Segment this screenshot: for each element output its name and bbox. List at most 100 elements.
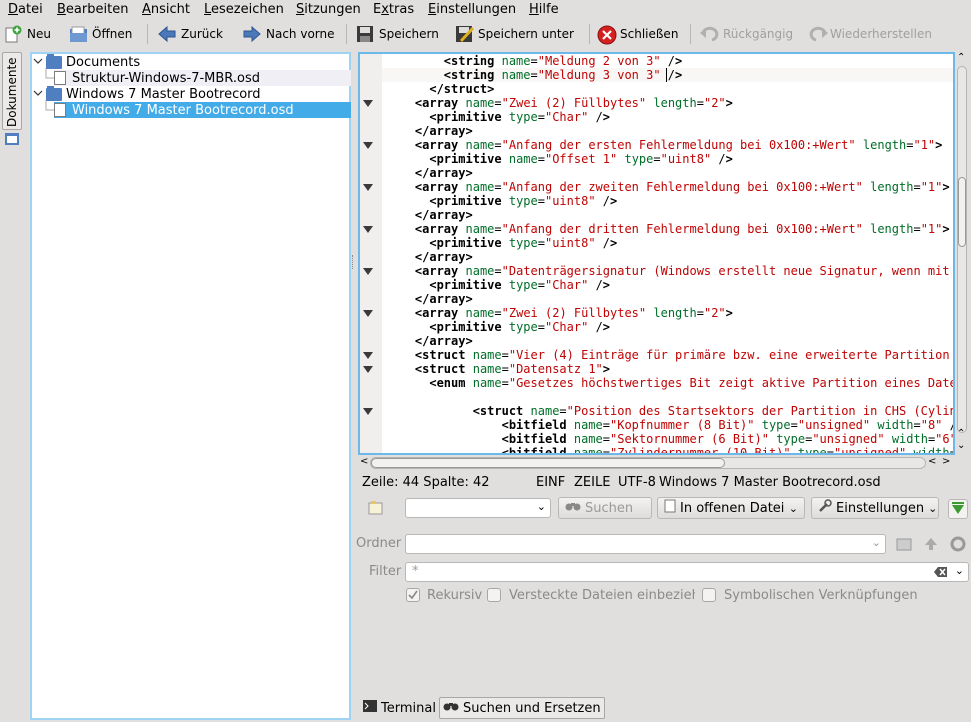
search-scope-select[interactable]: In offenen Dateien ⌄ (657, 497, 805, 519)
menu-item[interactable]: Ansicht (142, 2, 190, 17)
fold-marker-icon[interactable] (363, 184, 373, 191)
menu-label-part: instellungen (436, 2, 517, 17)
symlinks-checkbox[interactable] (702, 588, 716, 602)
tab-search-replace[interactable]: Suchen und Ersetzen (439, 697, 605, 719)
folder-combo[interactable]: ⌄ (405, 534, 886, 554)
code-line: <array name="Zwei (2) Füllbytes" length=… (414, 96, 733, 110)
toolbar: Neu Öffnen Zurück Nach vorne Speichern S… (0, 20, 971, 48)
search-settings-button[interactable]: Einstellungen ⌄ (811, 497, 939, 519)
editor-vertical-scrollbar[interactable]: ⌃ ⌃ ⌄ (955, 52, 969, 455)
menu-item[interactable]: Datei (8, 2, 43, 17)
documents-tab-icon[interactable] (5, 132, 19, 146)
redo-button[interactable]: Wiederherstellen (807, 22, 932, 46)
tree-folder-windows7[interactable]: Windows 7 Master Bootrecord (46, 85, 351, 102)
code-line: <array name="Anfang der ersten Fehlermel… (414, 138, 943, 152)
file-icon (54, 103, 66, 117)
tab-terminal[interactable]: Terminal (360, 697, 439, 719)
code-line: </array> (414, 250, 473, 264)
fold-marker-icon[interactable] (363, 268, 373, 275)
menu-item[interactable]: Sitzungen (296, 2, 361, 17)
encoding[interactable]: UTF-8 (618, 475, 656, 490)
tree-file-windows7-selected[interactable]: Windows 7 Master Bootrecord.osd (54, 102, 351, 118)
find-button-label: Suchen (585, 500, 634, 516)
menu-item[interactable]: Hilfe (529, 2, 559, 17)
menu-mnemonic: H (529, 2, 539, 17)
fold-marker-icon[interactable] (363, 226, 373, 233)
selection-mode[interactable]: ZEILE (574, 475, 610, 490)
tree-item-label: Documents (66, 54, 141, 70)
code-editor[interactable]: <string name="Meldung 2 von 3" /> <strin… (358, 52, 955, 455)
recursive-checkbox[interactable] (406, 588, 420, 602)
new-document-icon (4, 25, 22, 43)
scroll-right-icon[interactable]: > (942, 456, 950, 467)
undo-button[interactable]: Rückgängig (700, 22, 793, 46)
clear-icon[interactable] (934, 566, 948, 582)
insert-mode[interactable]: EINF (536, 475, 565, 490)
tree-file-struktur[interactable]: Struktur-Windows-7-MBR.osd (54, 70, 351, 86)
scroll-thumb[interactable] (958, 177, 966, 247)
bottom-tool-tabs: Terminal Suchen und Ersetzen (358, 697, 658, 719)
undo-label: Rückgängig (723, 27, 794, 41)
arrow-right-icon (243, 25, 261, 43)
wrench-icon (818, 499, 832, 517)
code-line: <array name="Anfang der dritten Fehlerme… (414, 222, 950, 236)
back-button[interactable]: Zurück (158, 22, 223, 46)
scroll-left-icon[interactable]: < (928, 456, 936, 467)
menu-item[interactable]: Einstellungen (428, 2, 516, 17)
find-button[interactable]: Suchen (558, 497, 652, 519)
hidden-files-checkbox[interactable] (487, 588, 501, 602)
new-tab-icon[interactable] (368, 501, 384, 515)
search-pattern-combo[interactable]: ⌄ (405, 498, 551, 518)
close-button[interactable]: Schließen (597, 22, 678, 46)
code-line: <primitive type="Char" /> (429, 278, 611, 292)
editor-horizontal-scrollbar[interactable]: < < > (358, 455, 955, 471)
document-icon (664, 499, 676, 517)
scroll-left-icon[interactable]: < (360, 456, 368, 467)
menu-label-part: esezeichen (211, 2, 284, 17)
scroll-track[interactable] (957, 66, 967, 433)
fold-marker-icon[interactable] (363, 352, 373, 359)
tab-terminal-label: Terminal (381, 700, 436, 716)
fold-marker-icon[interactable] (363, 408, 373, 415)
code-line: <array name="Anfang der zweiten Fehlerme… (414, 180, 950, 194)
open-button[interactable]: Öffnen (69, 22, 132, 46)
folder-up-icon[interactable] (922, 535, 940, 553)
code-line: <string name="Meldung 3 von 3" /> (443, 68, 683, 82)
code-line: </array> (414, 208, 473, 222)
save-button[interactable]: Speichern (356, 22, 439, 46)
tab-documents[interactable]: Dokumente (2, 52, 22, 130)
fold-marker-icon[interactable] (363, 100, 373, 107)
scroll-up-icon[interactable]: ⌃ (957, 52, 967, 64)
code-line: <array name="Datenträgersignatur (Window… (414, 264, 955, 278)
fold-marker-icon[interactable] (363, 142, 373, 149)
save-as-button[interactable]: Speichern unter (455, 22, 574, 46)
hscroll-track[interactable] (370, 457, 926, 469)
redo-label: Wiederherstellen (830, 27, 932, 41)
hscroll-thumb[interactable] (371, 458, 725, 468)
toggle-options-button[interactable] (948, 499, 968, 519)
filter-combo[interactable]: * ⌄ (405, 562, 969, 582)
splitter-handle[interactable] (352, 255, 355, 269)
status-bar: Zeile: 44 Spalte: 42 EINF ZEILE UTF-8 Wi… (358, 474, 971, 492)
folder-label: Ordner (356, 536, 402, 551)
chevron-down-icon: ⌄ (928, 501, 938, 515)
forward-button[interactable]: Nach vorne (243, 22, 335, 46)
chevron-down-icon: ⌄ (871, 536, 881, 549)
hidden-files-label: Versteckte Dateien einbeziehe (509, 588, 695, 603)
menu-item[interactable]: Extras (373, 2, 414, 17)
current-folder-icon[interactable] (949, 535, 967, 553)
new-button[interactable]: Neu (4, 22, 51, 46)
menu-item[interactable]: Bearbeiten (57, 2, 128, 17)
save-as-label: Speichern unter (478, 27, 574, 41)
chevron-down-icon: ⌄ (536, 500, 546, 513)
scroll-down-icon[interactable]: ⌄ (957, 440, 965, 451)
scroll-up-icon[interactable]: ⌃ (957, 428, 965, 439)
fold-marker-icon[interactable] (363, 366, 373, 373)
menu-item[interactable]: Lesezeichen (204, 2, 284, 17)
tree-folder-documents[interactable]: Documents (46, 53, 351, 70)
fold-marker-icon[interactable] (363, 310, 373, 317)
open-label: Öffnen (92, 27, 133, 41)
menu-mnemonic: D (8, 2, 19, 17)
folder-browse-icon[interactable] (895, 535, 913, 553)
filter-value: * (412, 564, 419, 579)
